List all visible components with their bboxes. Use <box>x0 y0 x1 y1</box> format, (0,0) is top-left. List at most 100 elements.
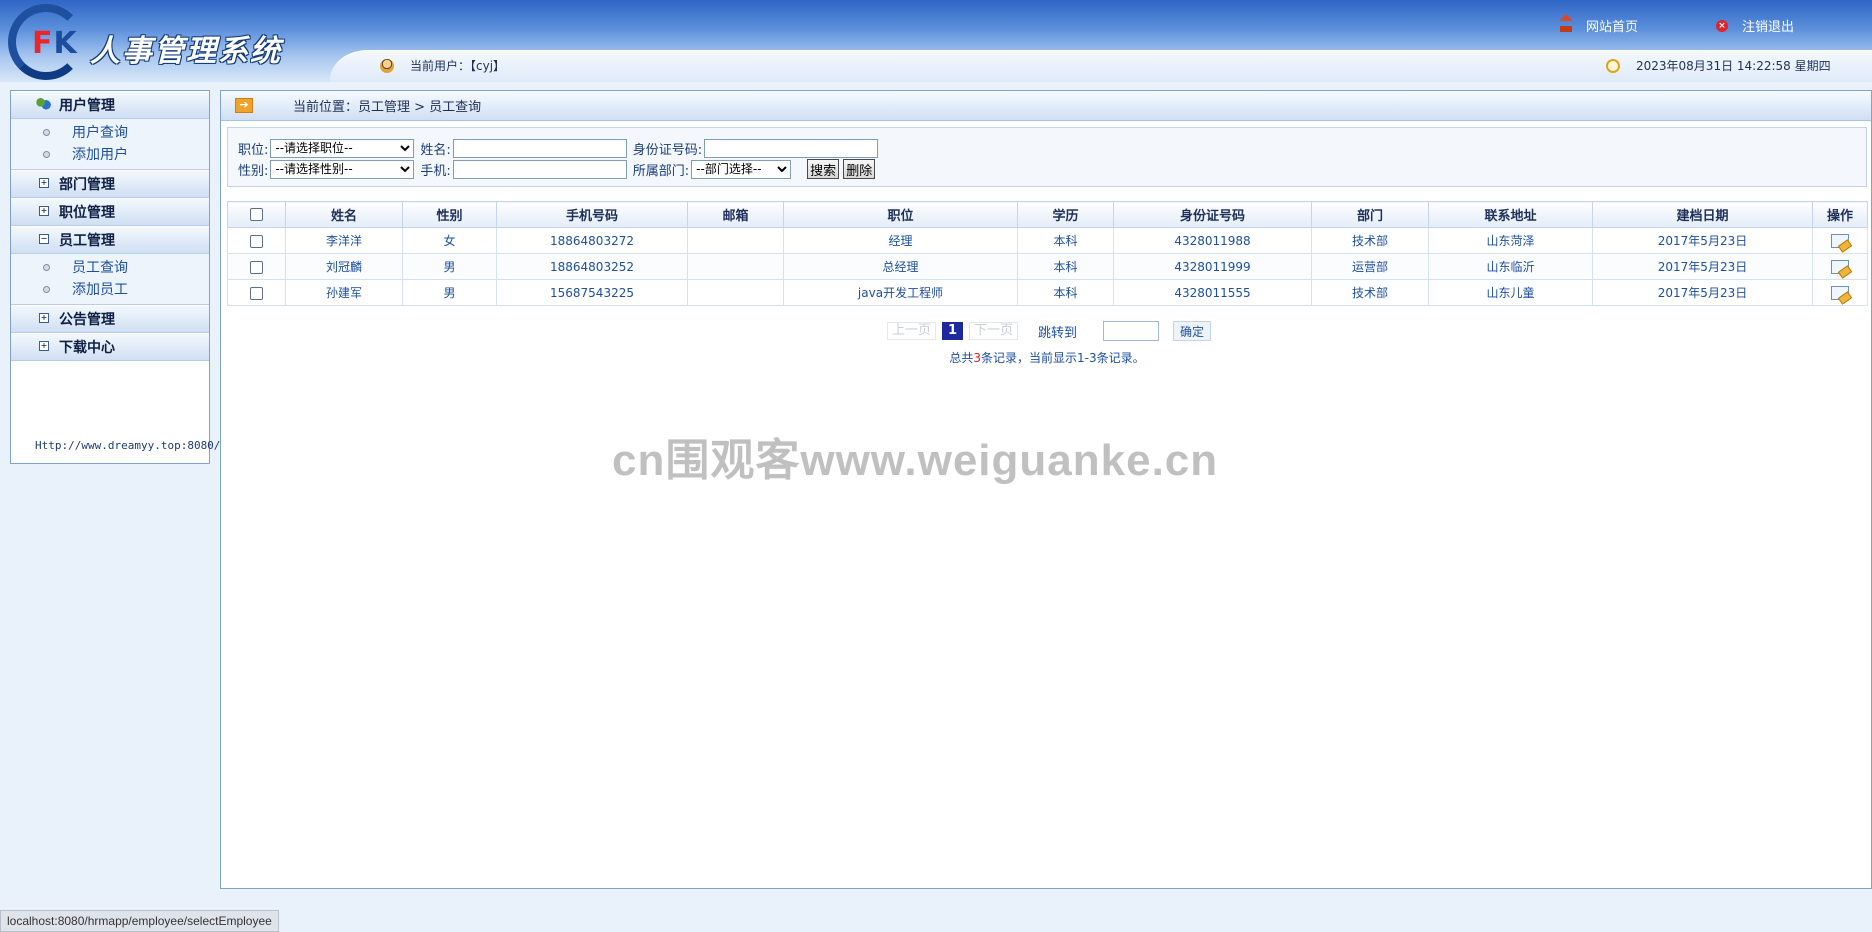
position-select[interactable]: --请选择职位-- <box>270 138 415 158</box>
sidebar-footer-url[interactable]: Http://www.dreamyy.top:8080/mys <box>35 439 240 452</box>
bullet-icon <box>43 128 50 136</box>
jump-page-input[interactable] <box>1103 321 1160 341</box>
logo-letters: FK <box>32 26 78 61</box>
email-cell <box>687 227 784 254</box>
column-header: 手机号码 <box>496 201 688 228</box>
position-label: 职位: <box>238 142 269 158</box>
menu-label[interactable]: 公告管理 <box>59 309 115 329</box>
dept-label: 所属部门: <box>632 163 690 179</box>
arrow-right-icon: ➔ <box>235 98 253 113</box>
home-link[interactable]: 网站首页 <box>1559 13 1638 35</box>
phone-label: 手机: <box>420 163 451 179</box>
sidebar: 用户管理 用户查询 添加用户 + 部门管理 + 职位管理 − 员工管理 员工查询… <box>10 90 240 464</box>
idcard-input[interactable] <box>704 138 879 158</box>
collapse-icon: − <box>39 234 49 244</box>
summary-count: 3 <box>973 351 982 365</box>
action-cell[interactable] <box>1812 279 1868 306</box>
sidebar-item-user-query[interactable]: 用户查询 <box>11 121 209 143</box>
dept-cell: 运营部 <box>1311 253 1429 280</box>
sidebar-item-employee-query[interactable]: 员工查询 <box>11 256 209 278</box>
dept-select[interactable]: --部门选择-- <box>691 159 792 179</box>
dept-cell: 技术部 <box>1311 279 1429 306</box>
name-input[interactable] <box>452 138 627 158</box>
employee-table: 姓名 性别 手机号码 邮箱 职位 学历 身份证号码 部门 联系地址 建档日期 操… <box>227 201 1868 306</box>
email-cell <box>687 253 784 280</box>
row-checkbox[interactable] <box>250 260 263 274</box>
sidebar-item-label[interactable]: 添加员工 <box>72 279 128 299</box>
next-page-button[interactable]: 下一页 <box>969 322 1019 340</box>
watermark: cn围观客www.weiguanke.cn <box>612 436 1219 485</box>
menu-download-center[interactable]: + 下载中心 <box>11 333 209 361</box>
date-cell: 2017年5月23日 <box>1592 227 1813 254</box>
menu-notice-management[interactable]: + 公告管理 <box>11 305 209 333</box>
expand-icon: + <box>39 313 49 323</box>
menu-position-management[interactable]: + 职位管理 <box>11 198 209 226</box>
table-header-row: 姓名 性别 手机号码 邮箱 职位 学历 身份证号码 部门 联系地址 建档日期 操… <box>227 201 1868 228</box>
address-cell: 山东临沂 <box>1428 253 1593 280</box>
menu-label[interactable]: 职位管理 <box>59 202 115 222</box>
idcard-cell: 4328011988 <box>1113 227 1312 254</box>
phone-input[interactable] <box>452 159 627 179</box>
pagination: 上一页 1 下一页 跳转到 确定 <box>221 321 1872 341</box>
prev-page-button[interactable]: 上一页 <box>886 322 936 340</box>
edit-icon[interactable] <box>1831 259 1849 274</box>
search-form: 职位: --请选择职位-- 姓名: 身份证号码: 性别: --请选择性别-- 手… <box>227 127 1867 187</box>
row-select-cell[interactable] <box>227 227 286 254</box>
phone-cell: 18864803272 <box>496 227 688 254</box>
email-cell <box>687 279 784 306</box>
menu-label[interactable]: 下载中心 <box>59 337 115 357</box>
dept-cell: 技术部 <box>1311 227 1429 254</box>
edit-icon[interactable] <box>1831 233 1849 248</box>
sidebar-item-label[interactable]: 用户查询 <box>72 122 128 142</box>
column-header: 联系地址 <box>1428 201 1593 228</box>
main-panel: ➔ 当前位置：员工管理 > 员工查询 职位: --请选择职位-- 姓名: 身份证… <box>220 90 1872 889</box>
search-button[interactable]: 搜索 <box>807 159 840 179</box>
sidebar-item-add-employee[interactable]: 添加员工 <box>11 278 209 300</box>
sidebar-item-label[interactable]: 员工查询 <box>72 257 128 277</box>
record-summary: 总共3条记录，当前显示1-3条记录。 <box>221 349 1872 366</box>
menu-label[interactable]: 部门管理 <box>59 174 115 194</box>
column-header: 学历 <box>1017 201 1114 228</box>
submenu-employee-management: 员工查询 添加员工 <box>11 254 209 305</box>
row-select-cell[interactable] <box>227 253 286 280</box>
sidebar-item-add-user[interactable]: 添加用户 <box>11 143 209 165</box>
menu-employee-management[interactable]: − 员工管理 <box>11 226 209 254</box>
table-row: 孙建军 男 15687543225 java开发工程师 本科 432801155… <box>227 279 1868 306</box>
menu-user-management[interactable]: 用户管理 <box>11 91 209 119</box>
select-all-header[interactable] <box>227 201 286 228</box>
logo: FK 人事管理系统 <box>8 4 308 80</box>
gender-cell: 男 <box>402 279 497 306</box>
position-cell: 经理 <box>783 227 1018 254</box>
menu-label[interactable]: 员工管理 <box>59 230 115 250</box>
action-cell[interactable] <box>1812 253 1868 280</box>
jump-confirm-button[interactable]: 确定 <box>1173 321 1212 341</box>
name-label: 姓名: <box>420 142 451 158</box>
summary-suffix: 条记录，当前显示1-3条记录。 <box>981 351 1145 365</box>
row-checkbox[interactable] <box>250 286 263 300</box>
row-checkbox[interactable] <box>250 234 263 248</box>
edit-icon[interactable] <box>1831 285 1849 300</box>
action-cell[interactable] <box>1812 227 1868 254</box>
menu-department-management[interactable]: + 部门管理 <box>11 170 209 198</box>
bullet-icon <box>43 285 50 293</box>
clock-icon <box>1606 58 1620 73</box>
logout-link-label[interactable]: 注销退出 <box>1742 16 1794 35</box>
gender-cell: 男 <box>402 253 497 280</box>
row-select-cell[interactable] <box>227 279 286 306</box>
bullet-icon <box>43 150 50 158</box>
home-link-label[interactable]: 网站首页 <box>1586 16 1638 35</box>
select-all-checkbox[interactable] <box>250 208 263 221</box>
column-header: 姓名 <box>285 201 403 228</box>
gender-select[interactable]: --请选择性别-- <box>270 159 415 179</box>
phone-cell: 18864803252 <box>496 253 688 280</box>
table-row: 刘冠麟 男 18864803252 总经理 本科 4328011999 运营部 … <box>227 253 1868 280</box>
browser-status-url: localhost:8080/hrmapp/employee/selectEmp… <box>0 910 279 932</box>
menu-label[interactable]: 用户管理 <box>59 95 115 115</box>
expand-icon: + <box>39 178 49 188</box>
logout-link[interactable]: × 注销退出 <box>1716 16 1794 35</box>
sidebar-item-label[interactable]: 添加用户 <box>72 144 128 164</box>
jump-label: 跳转到 <box>1038 325 1078 341</box>
idcard-label: 身份证号码: <box>632 142 703 158</box>
delete-button[interactable]: 删除 <box>843 159 876 179</box>
gender-label: 性别: <box>238 163 269 179</box>
